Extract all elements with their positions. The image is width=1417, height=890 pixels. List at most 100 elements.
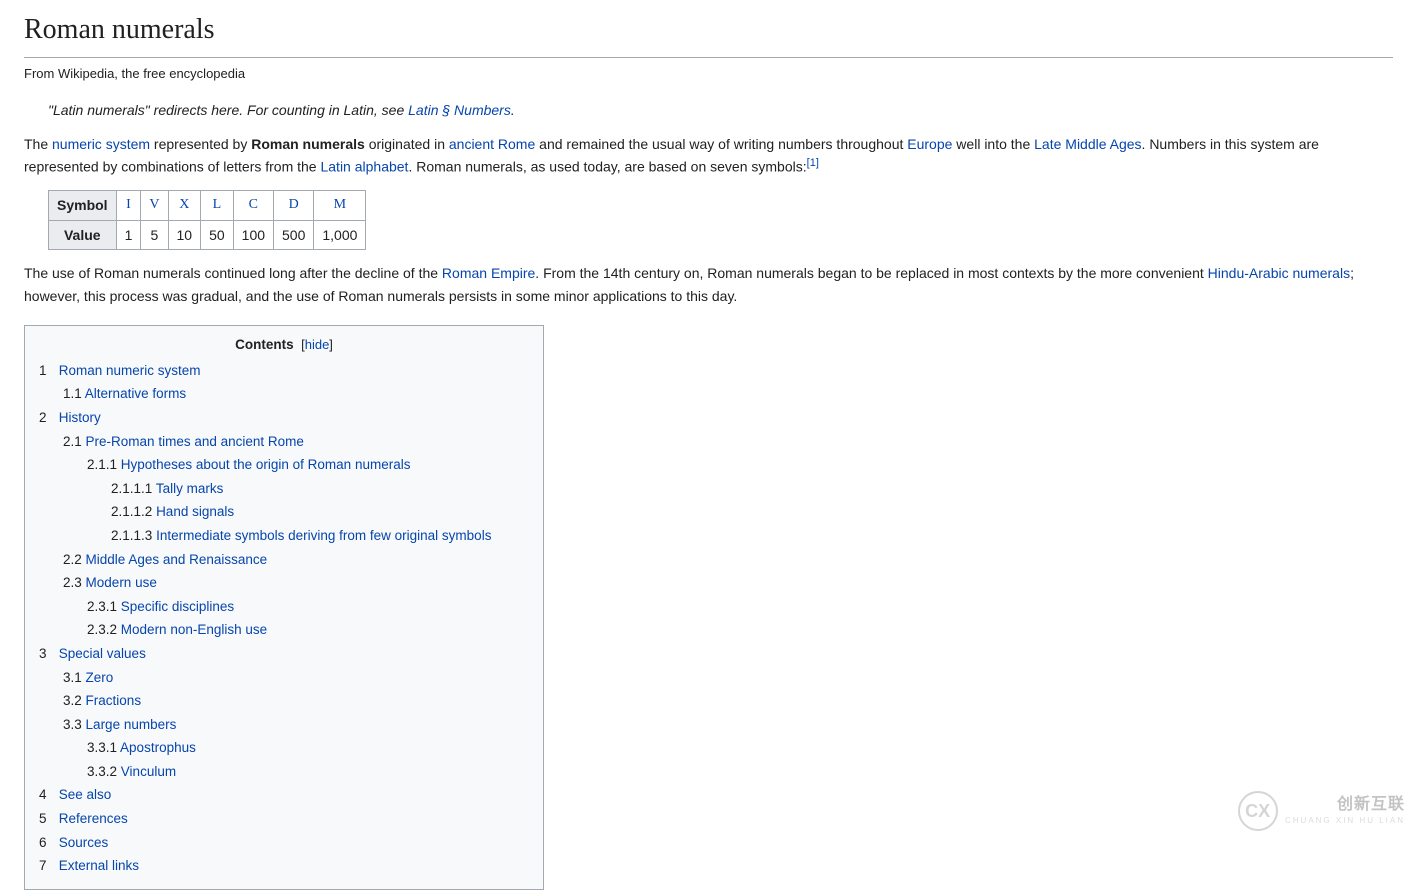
toc-item: 2.3.2 Modern non-English use xyxy=(87,619,529,641)
toc-link[interactable]: Alternative forms xyxy=(85,386,186,401)
text: represented by xyxy=(150,136,251,152)
symbol-link[interactable]: I xyxy=(126,197,131,212)
value-cell: 5 xyxy=(141,220,168,249)
toc-link[interactable]: Modern non-English use xyxy=(121,622,267,637)
toc-sublist: 2.1.1.1 Tally marks2.1.1.2 Hand signals2… xyxy=(87,478,529,547)
symbol-link[interactable]: V xyxy=(149,197,159,212)
toc-sublist: 1.1 Alternative forms xyxy=(39,383,529,405)
toc-link[interactable]: Hand signals xyxy=(156,504,234,519)
hatnote: "Latin numerals" redirects here. For cou… xyxy=(24,99,1393,121)
reference-1[interactable]: [1] xyxy=(807,157,819,169)
toc-number: 2.3.2 xyxy=(87,619,117,641)
toc-item: 2.1.1.3 Intermediate symbols deriving fr… xyxy=(111,525,529,547)
toc-link[interactable]: Large numbers xyxy=(86,717,177,732)
watermark-logo-icon: CX xyxy=(1238,791,1278,831)
toc-number: 2.1 xyxy=(63,431,82,453)
symbol-link[interactable]: X xyxy=(179,197,189,212)
toc-link[interactable]: Zero xyxy=(86,670,114,685)
toc-number: 1 xyxy=(39,360,55,382)
toc-link[interactable]: References xyxy=(59,811,128,826)
toc-item: 3 Special values3.1 Zero3.2 Fractions3.3… xyxy=(39,643,529,783)
toc-link[interactable]: Modern use xyxy=(86,575,157,590)
text: . Roman numerals, as used today, are bas… xyxy=(408,159,806,175)
value-cell: 1,000 xyxy=(314,220,366,249)
toc-item: 1.1 Alternative forms xyxy=(63,383,529,405)
toc-sublist: 3.3.1 Apostrophus3.3.2 Vinculum xyxy=(63,737,529,782)
page-subtitle: From Wikipedia, the free encyclopedia xyxy=(24,64,1393,85)
toc-number: 5 xyxy=(39,808,55,830)
toc-link[interactable]: See also xyxy=(59,787,112,802)
symbol-link[interactable]: L xyxy=(213,197,222,212)
toc-number: 7 xyxy=(39,855,55,877)
value-cell: 50 xyxy=(201,220,234,249)
toc-link[interactable]: Hypotheses about the origin of Roman num… xyxy=(121,457,411,472)
link-late-middle-ages[interactable]: Late Middle Ages xyxy=(1034,136,1141,152)
link-ancient-rome[interactable]: ancient Rome xyxy=(449,136,535,152)
toc-link[interactable]: Specific disciplines xyxy=(121,599,234,614)
link-europe[interactable]: Europe xyxy=(907,136,952,152)
toc-item: 2.2 Middle Ages and Renaissance xyxy=(63,549,529,571)
toc-item: 3.3 Large numbers3.3.1 Apostrophus3.3.2 … xyxy=(63,714,529,783)
toc-link[interactable]: Vinculum xyxy=(121,764,176,779)
toc-number: 3.3.2 xyxy=(87,761,117,783)
toc-link[interactable]: Pre-Roman times and ancient Rome xyxy=(86,434,304,449)
toc-item: 3.3.2 Vinculum xyxy=(87,761,529,783)
value-cell: 1 xyxy=(116,220,141,249)
toc-number: 2.2 xyxy=(63,549,82,571)
symbol-link[interactable]: C xyxy=(249,197,258,212)
intro-paragraph-1: The numeric system represented by Roman … xyxy=(24,133,1393,178)
link-numeric-system[interactable]: numeric system xyxy=(52,136,150,152)
text: originated in xyxy=(365,136,449,152)
toc-list: 1 Roman numeric system 1.1 Alternative fo… xyxy=(39,360,529,877)
toc-link[interactable]: External links xyxy=(59,858,139,873)
watermark-main-text: 创新互联 xyxy=(1337,796,1405,813)
toc-item: 7 External links xyxy=(39,855,529,877)
row-header-symbol: Symbol xyxy=(49,191,117,220)
value-cell: 100 xyxy=(233,220,273,249)
hatnote-suffix: . xyxy=(511,102,515,118)
toc-hide-link[interactable]: hide xyxy=(305,337,330,352)
toc-item: 2 History2.1 Pre-Roman times and ancient… xyxy=(39,407,529,641)
toc-item: 3.1 Zero xyxy=(63,667,529,689)
toc-link[interactable]: Tally marks xyxy=(156,481,224,496)
toc-item: 2.3.1 Specific disciplines xyxy=(87,596,529,618)
toc-link[interactable]: Sources xyxy=(59,835,109,850)
watermark: CX 创新互联 CHUANG XIN HU LIAN xyxy=(1238,791,1405,831)
text: . From the 14th century on, Roman numera… xyxy=(535,265,1207,281)
toc-number: 4 xyxy=(39,784,55,806)
text: The use of Roman numerals continued long… xyxy=(24,265,442,281)
toc-link[interactable]: Special values xyxy=(59,646,146,661)
symbol-link[interactable]: M xyxy=(334,197,346,212)
row-header-value: Value xyxy=(49,220,117,249)
table-row: Value 1 5 10 50 100 500 1,000 xyxy=(49,220,366,249)
hatnote-prefix: "Latin numerals" redirects here. For cou… xyxy=(48,102,408,118)
toc-title-text: Contents xyxy=(235,337,294,352)
toc-number: 1.1 xyxy=(63,383,82,405)
toc-link[interactable]: Apostrophus xyxy=(120,740,196,755)
toc-sublist: 2.1 Pre-Roman times and ancient Rome 2.1.… xyxy=(39,431,529,641)
toc-item: 2.1.1 Hypotheses about the origin of Rom… xyxy=(87,454,529,546)
toc-item: 6 Sources xyxy=(39,832,529,854)
text: The xyxy=(24,136,52,152)
table-of-contents: Contents [hide] 1 Roman numeric system1.… xyxy=(24,325,544,890)
toc-number: 3.3.1 xyxy=(87,737,117,759)
toc-link[interactable]: Roman numeric system xyxy=(59,363,201,378)
link-latin-alphabet[interactable]: Latin alphabet xyxy=(320,159,408,175)
toc-number: 3.1 xyxy=(63,667,82,689)
link-hindu-arabic-numerals[interactable]: Hindu-Arabic numerals xyxy=(1208,265,1350,281)
toc-item: 3.3.1 Apostrophus xyxy=(87,737,529,759)
toc-number: 2.3 xyxy=(63,572,82,594)
page-title: Roman numerals xyxy=(24,8,1393,58)
toc-item: 5 References xyxy=(39,808,529,830)
toc-link[interactable]: Fractions xyxy=(86,693,142,708)
toc-link[interactable]: Intermediate symbols deriving from few o… xyxy=(156,528,491,543)
link-roman-empire[interactable]: Roman Empire xyxy=(442,265,535,281)
symbol-link[interactable]: D xyxy=(289,197,299,212)
toc-number: 3.2 xyxy=(63,690,82,712)
toc-item: 2.3 Modern use 2.3.1 Specific disciplines… xyxy=(63,572,529,641)
link-latin-numbers[interactable]: Latin § Numbers xyxy=(408,102,511,118)
toc-link[interactable]: Middle Ages and Renaissance xyxy=(86,552,268,567)
toc-sublist: 2.1.1 Hypotheses about the origin of Rom… xyxy=(63,454,529,546)
toc-link[interactable]: History xyxy=(59,410,101,425)
toc-number: 3 xyxy=(39,643,55,665)
